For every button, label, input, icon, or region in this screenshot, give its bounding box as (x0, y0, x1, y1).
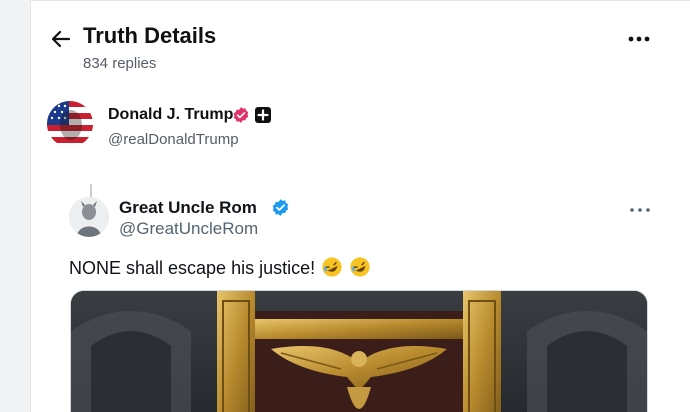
author-handle[interactable]: @realDonaldTrump (108, 131, 239, 148)
verified-badge-icon (233, 107, 249, 123)
embedded-author-handle[interactable]: @GreatUncleRom (119, 219, 258, 239)
post-image[interactable] (70, 290, 648, 412)
more-options-icon[interactable] (627, 31, 651, 47)
truth-details-page: Truth Details 834 replies Donald J. Trum… (30, 0, 690, 412)
embedded-post-text: NONE shall escape his justice! (69, 256, 371, 279)
embedded-more-icon[interactable] (629, 204, 651, 216)
embedded-text-content: NONE shall escape his justice! (69, 258, 316, 278)
post-author[interactable]: Donald J. Trump @realDonaldTrump (31, 97, 690, 157)
page-header: Truth Details 834 replies (31, 1, 690, 81)
laughing-emoji-icon (350, 257, 370, 277)
author-name[interactable]: Donald J. Trump (108, 106, 233, 124)
back-arrow-icon[interactable] (49, 27, 73, 51)
avatar[interactable] (47, 101, 93, 147)
reply-count: 834 replies (83, 55, 157, 72)
laughing-emoji-icon (322, 257, 342, 277)
verified-badge-icon (272, 199, 289, 216)
plus-badge-icon (255, 107, 271, 123)
embedded-author-name[interactable]: Great Uncle Rom (119, 198, 257, 218)
page-title: Truth Details (83, 23, 217, 48)
embedded-avatar[interactable] (69, 197, 109, 237)
